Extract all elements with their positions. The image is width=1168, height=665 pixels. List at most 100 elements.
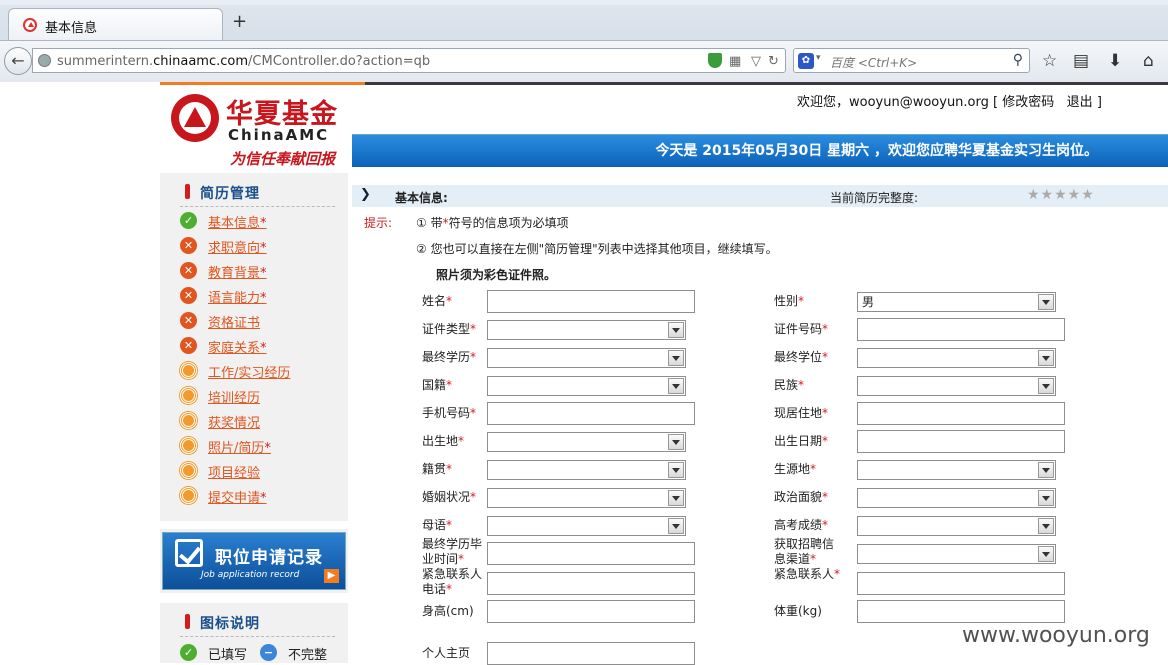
shield-icon[interactable] <box>708 53 722 68</box>
qr-code-icon[interactable]: ▦ <box>729 54 741 69</box>
select-field[interactable] <box>487 516 686 536</box>
sidebar-item-label[interactable]: 照片/简历* <box>208 437 271 456</box>
job-record-button[interactable]: 职位申请记录 Job application record ▶ <box>162 532 346 590</box>
panel-divider <box>180 636 335 637</box>
bookmark-star-icon[interactable]: ☆ <box>1042 51 1057 71</box>
chevron-down-icon[interactable] <box>1038 490 1054 506</box>
tab-title: 基本信息 <box>45 21 98 36</box>
select-field[interactable] <box>857 488 1056 508</box>
reload-icon[interactable]: ↻ <box>768 54 779 69</box>
select-field[interactable]: 男 <box>857 292 1056 312</box>
address-bar[interactable]: summerintern.chinaamc.com/CMController.d… <box>32 48 786 73</box>
sidebar-item-label[interactable]: 工作/实习经历 <box>208 362 290 381</box>
check-circle-icon: ✓ <box>180 212 197 229</box>
text-field[interactable] <box>857 600 1065 623</box>
logo-mark-icon <box>171 94 219 142</box>
text-field[interactable] <box>487 642 695 665</box>
navigation-bar: ← summerintern.chinaamc.com/CMController… <box>0 40 1168 82</box>
completeness-stars: ★★★★★ <box>1027 187 1095 203</box>
field-label: 紧急联系人* <box>774 567 841 581</box>
sidebar-item-label[interactable]: 培训经历 <box>208 387 260 406</box>
select-field[interactable] <box>487 432 686 452</box>
field-label: 高考成绩* <box>774 518 829 532</box>
icon-legend-panel: 图标说明 ✓ 已填写 − 不完整 <box>160 603 348 663</box>
sidebar-item-label[interactable]: 求职意向* <box>208 237 267 256</box>
welcome-bar: 欢迎您，wooyun@wooyun.org [ 修改密码 退出 ] <box>797 91 1102 110</box>
job-record-panel: 职位申请记录 Job application record ▶ <box>160 529 348 593</box>
select-field[interactable] <box>487 348 686 368</box>
chevron-down-icon[interactable] <box>668 350 684 366</box>
chevron-down-icon[interactable] <box>668 462 684 478</box>
checkbox-icon <box>175 539 203 567</box>
sidebar-item-label[interactable]: 家庭关系* <box>208 337 267 356</box>
chevron-right-icon: ❯ <box>360 187 371 202</box>
chevron-down-icon[interactable] <box>1038 350 1054 366</box>
chevron-down-icon[interactable] <box>668 490 684 506</box>
home-icon[interactable]: ⌂ <box>1143 51 1154 71</box>
favicon-icon <box>23 18 37 32</box>
chevron-down-icon[interactable] <box>1038 518 1054 534</box>
x-circle-icon: ✕ <box>180 312 197 329</box>
change-password-link[interactable]: 修改密码 <box>1002 95 1054 110</box>
baidu-icon[interactable]: ✿ <box>798 53 814 69</box>
resume-panel-title: 简历管理 <box>200 186 260 202</box>
text-field[interactable] <box>857 572 1065 595</box>
text-field[interactable] <box>487 572 695 595</box>
chevron-down-icon[interactable] <box>1038 546 1054 562</box>
select-field[interactable] <box>487 320 686 340</box>
sidebar-item-label[interactable]: 项目经验 <box>208 462 260 481</box>
chevron-down-icon[interactable] <box>668 322 684 338</box>
back-button[interactable]: ← <box>4 47 32 75</box>
pending-circle-icon <box>180 387 197 404</box>
browser-tab[interactable]: 基本信息 <box>8 8 223 40</box>
select-field[interactable] <box>857 516 1056 536</box>
top-divider <box>160 82 1168 85</box>
chevron-down-icon[interactable] <box>1038 378 1054 394</box>
field-label: 民族* <box>774 378 805 392</box>
field-label: 出生地* <box>422 434 465 448</box>
field-label: 现居住地* <box>774 406 829 420</box>
page-content: 华夏基金 ChinaAMC 为信任奉献回报 欢迎您，wooyun@wooyun.… <box>0 82 1168 665</box>
select-field[interactable] <box>857 376 1056 396</box>
new-tab-button[interactable]: + <box>232 12 247 32</box>
select-field[interactable] <box>487 460 686 480</box>
sidebar-item-label[interactable]: 资格证书 <box>208 312 260 331</box>
field-label: 婚姻状况* <box>422 490 477 504</box>
chevron-down-icon[interactable] <box>668 434 684 450</box>
engine-dropdown-icon[interactable]: ▾ <box>816 53 821 63</box>
sidebar-item-label[interactable]: 教育背景* <box>208 262 267 281</box>
select-field[interactable] <box>857 544 1056 564</box>
dropdown-arrow-icon[interactable]: ▽ <box>751 54 761 69</box>
chevron-down-icon[interactable] <box>668 518 684 534</box>
pending-circle-icon <box>180 487 197 504</box>
text-field[interactable] <box>487 542 695 565</box>
select-field[interactable] <box>857 460 1056 480</box>
text-field[interactable] <box>857 430 1065 453</box>
bookmarks-list-icon[interactable]: ▤ <box>1073 51 1089 71</box>
logout-link[interactable]: 退出 <box>1067 95 1093 110</box>
sidebar-item-label[interactable]: 基本信息* <box>208 212 267 231</box>
text-field[interactable] <box>857 318 1065 341</box>
text-field[interactable] <box>487 402 695 425</box>
sidebar-item-label[interactable]: 语言能力* <box>208 287 267 306</box>
sidebar-item-label[interactable]: 提交申请* <box>208 487 267 506</box>
field-label: 个人主页 <box>422 646 471 660</box>
select-field[interactable] <box>487 376 686 396</box>
field-label: 体重(kg) <box>774 604 822 618</box>
text-field[interactable] <box>487 600 695 623</box>
select-field[interactable] <box>857 348 1056 368</box>
section-marker-icon <box>185 614 190 629</box>
chevron-down-icon[interactable] <box>1038 294 1054 310</box>
text-field[interactable] <box>487 290 695 313</box>
chevron-down-icon[interactable] <box>1038 462 1054 478</box>
field-label: 出生日期* <box>774 434 829 448</box>
sidebar-item-label[interactable]: 获奖情况 <box>208 412 260 431</box>
search-icon[interactable]: ⚲ <box>1013 52 1023 68</box>
select-field[interactable] <box>487 488 686 508</box>
search-bar[interactable]: ✿ ▾ 百度 <Ctrl+K> ⚲ <box>793 48 1030 73</box>
chevron-down-icon[interactable] <box>668 378 684 394</box>
panel-divider <box>180 206 335 207</box>
chinaamc-logo[interactable]: 华夏基金 ChinaAMC 为信任奉献回报 <box>168 90 338 170</box>
download-icon[interactable]: ⬇ <box>1108 51 1122 71</box>
text-field[interactable] <box>857 402 1065 425</box>
